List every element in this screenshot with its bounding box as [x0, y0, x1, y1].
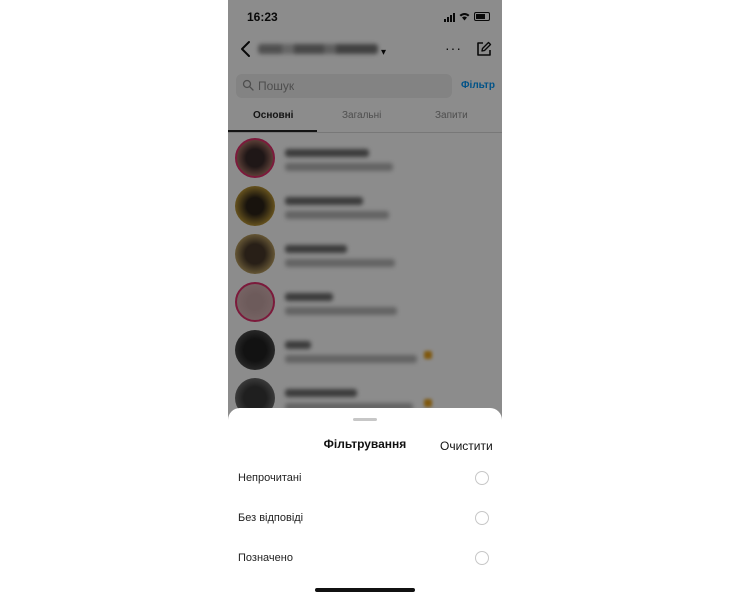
- clear-button[interactable]: Очистити: [440, 439, 493, 453]
- filter-option-flagged[interactable]: Позначено: [228, 541, 502, 577]
- phone-screen: 16:23 ▾ ··· Фільтр Основні Зага: [228, 0, 502, 597]
- radio-button[interactable]: [475, 471, 489, 485]
- filter-option-label: Непрочитані: [238, 472, 302, 484]
- radio-button[interactable]: [475, 511, 489, 525]
- home-indicator: [315, 588, 415, 592]
- filter-bottom-sheet: Фільтрування Очистити Непрочитані Без ві…: [228, 408, 502, 597]
- filter-option-label: Без відповіді: [238, 512, 304, 524]
- sheet-drag-handle[interactable]: [353, 418, 377, 421]
- filter-option-unread[interactable]: Непрочитані: [228, 461, 502, 497]
- radio-button[interactable]: [475, 551, 489, 565]
- filter-option-label: Позначено: [238, 552, 293, 564]
- filter-option-unanswered[interactable]: Без відповіді: [228, 501, 502, 537]
